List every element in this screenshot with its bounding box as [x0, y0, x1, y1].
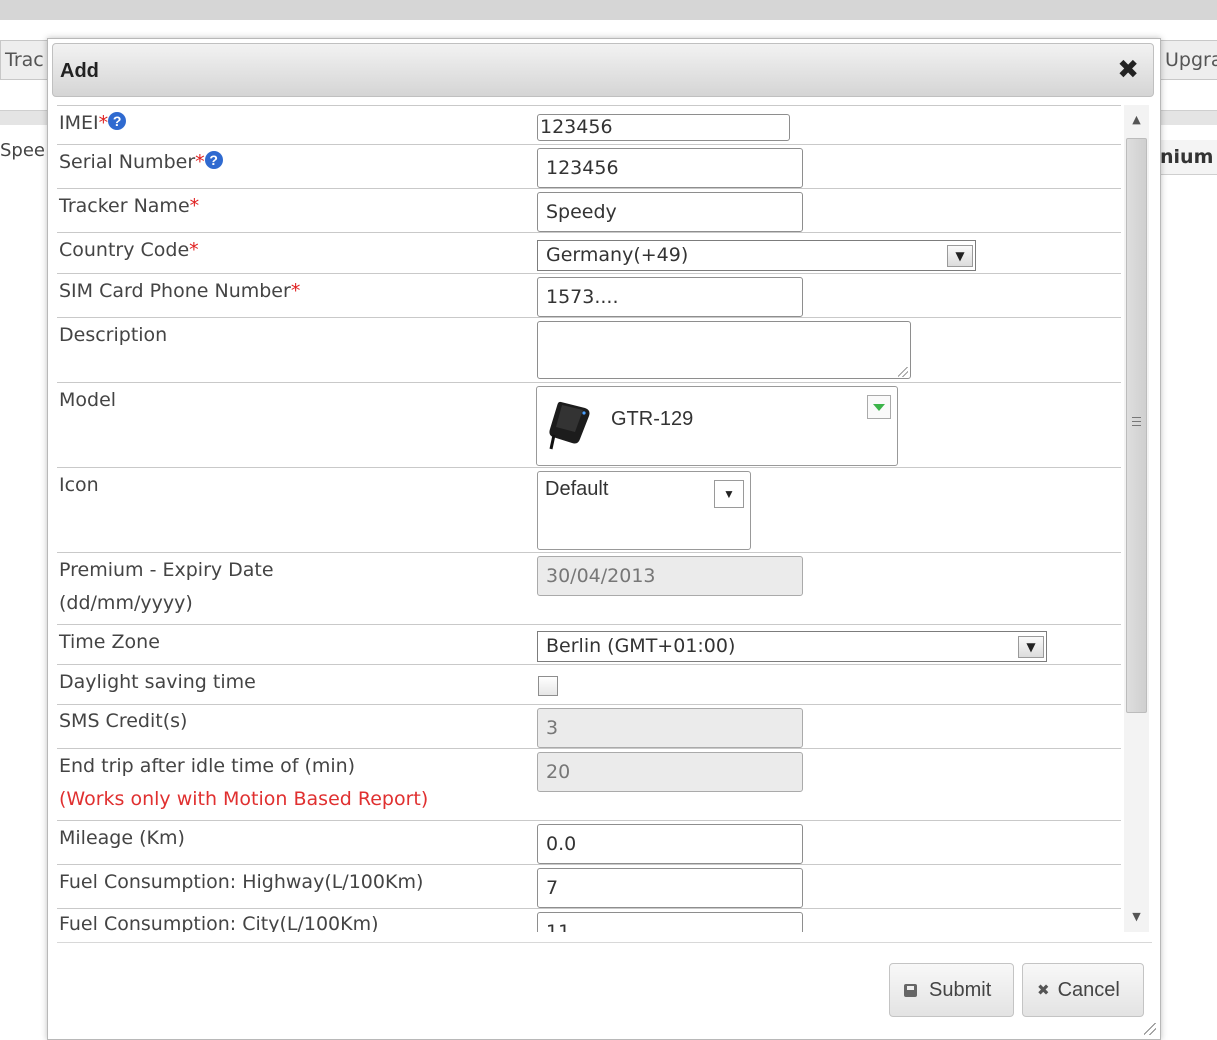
- chevron-down-icon[interactable]: ▼: [714, 480, 744, 508]
- serial-number-input[interactable]: 123456: [537, 148, 803, 188]
- chevron-down-icon[interactable]: ▼: [947, 244, 973, 267]
- premium-expiry-label: Premium - Expiry Date (dd/mm/yyyy): [59, 554, 274, 620]
- submit-button[interactable]: Submit: [889, 963, 1014, 1017]
- form-row-icon: Icon Default ▼: [57, 467, 1121, 552]
- end-trip-label: End trip after idle time of (min) (Works…: [59, 750, 428, 816]
- tracker-name-input[interactable]: Speedy: [537, 192, 803, 232]
- country-code-label: Country Code*: [59, 234, 199, 267]
- dialog-title: Add: [60, 60, 99, 82]
- fuel-highway-label: Fuel Consumption: Highway(L/100Km): [59, 871, 424, 893]
- background-column-premium: nium: [1160, 140, 1217, 175]
- scroll-thumb[interactable]: [1126, 138, 1147, 713]
- fuel-city-label: Fuel Consumption: City(L/100Km): [59, 913, 379, 932]
- sms-credit-input: 3: [537, 708, 803, 748]
- model-select[interactable]: GTR-129: [536, 386, 898, 466]
- resize-handle-icon[interactable]: [898, 367, 908, 377]
- background-tab-upgrade[interactable]: Upgra: [1160, 40, 1217, 80]
- form-row-tracker-name: Tracker Name* Speedy: [57, 188, 1121, 232]
- background-toolbar-strip-right: [1160, 110, 1217, 125]
- premium-expiry-input: 30/04/2013: [537, 556, 803, 596]
- dialog-footer-divider: [57, 942, 1152, 943]
- required-marker: *: [195, 151, 205, 173]
- premium-expiry-format-hint: (dd/mm/yyyy): [59, 592, 193, 614]
- cancel-button[interactable]: ✖ Cancel: [1022, 963, 1144, 1017]
- icon-select[interactable]: Default ▼: [537, 471, 751, 550]
- chevron-down-icon[interactable]: ▼: [1018, 635, 1044, 658]
- icon-label: Icon: [59, 474, 99, 496]
- premium-expiry-label-text: Premium - Expiry Date: [59, 559, 274, 581]
- model-value: GTR-129: [611, 408, 694, 430]
- background-toolbar-strip: [0, 110, 48, 125]
- scroll-grip-icon: [1132, 417, 1141, 427]
- country-code-value: Germany(+49): [546, 244, 689, 266]
- time-zone-value: Berlin (GMT+01:00): [546, 635, 736, 657]
- fuel-highway-input[interactable]: 7: [537, 868, 803, 908]
- serial-number-label-text: Serial Number: [59, 151, 196, 173]
- form-row-daylight-saving: Daylight saving time: [57, 664, 1121, 704]
- form-row-country-code: Country Code* Germany(+49) ▼: [57, 232, 1121, 273]
- form-row-time-zone: Time Zone Berlin (GMT+01:00) ▼: [57, 624, 1121, 664]
- model-label: Model: [59, 389, 117, 411]
- close-icon[interactable]: ✖: [1117, 55, 1139, 85]
- tracker-name-label-text: Tracker Name: [59, 195, 190, 217]
- sim-phone-input[interactable]: 1573....: [537, 277, 803, 317]
- required-marker: *: [189, 239, 199, 261]
- form-row-model: Model GTR-129: [57, 382, 1121, 467]
- form-row-premium-expiry: Premium - Expiry Date (dd/mm/yyyy) 30/04…: [57, 552, 1121, 624]
- icon-value: Default: [545, 478, 609, 500]
- sim-phone-label-text: SIM Card Phone Number: [59, 280, 291, 302]
- form-row-end-trip: End trip after idle time of (min) (Works…: [57, 748, 1121, 820]
- imei-label-text: IMEI: [59, 112, 99, 134]
- form-row-mileage: Mileage (Km) 0.0: [57, 820, 1121, 864]
- dialog-resize-grip-icon[interactable]: [1144, 1023, 1156, 1035]
- form-row-fuel-highway: Fuel Consumption: Highway(L/100Km) 7: [57, 864, 1121, 908]
- gps-tracker-device-icon: [549, 401, 590, 450]
- form-row-serial-number: Serial Number*? 123456: [57, 144, 1121, 188]
- form-row-imei: IMEI*? 123456: [57, 105, 1121, 144]
- scroll-up-arrow-icon[interactable]: ▲: [1124, 105, 1149, 135]
- cancel-x-icon: ✖: [1037, 982, 1050, 999]
- required-marker: *: [98, 112, 109, 134]
- required-marker: *: [189, 195, 200, 217]
- end-trip-label-text: End trip after idle time of (min): [59, 755, 356, 777]
- form-row-sms-credit: SMS Credit(s) 3: [57, 704, 1121, 748]
- mileage-label: Mileage (Km): [59, 827, 185, 849]
- end-trip-input: 20: [537, 752, 803, 792]
- time-zone-select[interactable]: Berlin (GMT+01:00) ▼: [537, 631, 1047, 662]
- model-dropdown-chevron-icon[interactable]: [867, 395, 891, 419]
- help-icon[interactable]: ?: [108, 112, 127, 130]
- serial-number-label: Serial Number*?: [59, 146, 223, 179]
- submit-button-label: Submit: [929, 979, 992, 1001]
- background-tab-trackers[interactable]: Trac: [0, 40, 54, 80]
- form-row-fuel-city: Fuel Consumption: City(L/100Km) 11: [57, 908, 1121, 932]
- form-scroll-area: IMEI*? 123456 Serial Number*? 123456 Tra…: [57, 105, 1121, 932]
- required-marker: *: [290, 280, 301, 302]
- help-icon[interactable]: ?: [204, 151, 223, 169]
- save-icon: [904, 984, 917, 997]
- scroll-down-arrow-icon[interactable]: ▼: [1124, 902, 1149, 932]
- time-zone-label: Time Zone: [59, 631, 160, 653]
- country-code-label-text: Country Code: [59, 239, 190, 261]
- description-label: Description: [59, 324, 168, 346]
- imei-label: IMEI*?: [59, 107, 127, 140]
- imei-input[interactable]: 123456: [537, 114, 790, 141]
- sms-credit-label: SMS Credit(s): [59, 710, 188, 732]
- description-textarea[interactable]: [537, 321, 911, 379]
- mileage-input[interactable]: 0.0: [537, 824, 803, 864]
- form-row-sim-phone: SIM Card Phone Number* 1573....: [57, 273, 1121, 317]
- form-row-description: Description: [57, 317, 1121, 382]
- end-trip-note: (Works only with Motion Based Report): [59, 788, 429, 810]
- page-top-bar: [0, 0, 1217, 20]
- form-scrollbar[interactable]: ▲ ▼: [1124, 105, 1149, 932]
- country-code-select[interactable]: Germany(+49) ▼: [537, 240, 976, 271]
- background-column-speed: Spee: [0, 140, 45, 161]
- cancel-button-label: Cancel: [1057, 979, 1120, 1001]
- tracker-name-label: Tracker Name*: [59, 190, 199, 223]
- add-tracker-dialog: Add ✖ IMEI*? 123456 Serial Number*? 1234…: [47, 38, 1161, 1040]
- fuel-city-input[interactable]: 11: [537, 912, 803, 932]
- sim-phone-label: SIM Card Phone Number*: [59, 275, 300, 308]
- dialog-titlebar[interactable]: Add ✖: [52, 43, 1154, 97]
- daylight-saving-checkbox[interactable]: [538, 676, 558, 696]
- daylight-saving-label: Daylight saving time: [59, 671, 256, 693]
